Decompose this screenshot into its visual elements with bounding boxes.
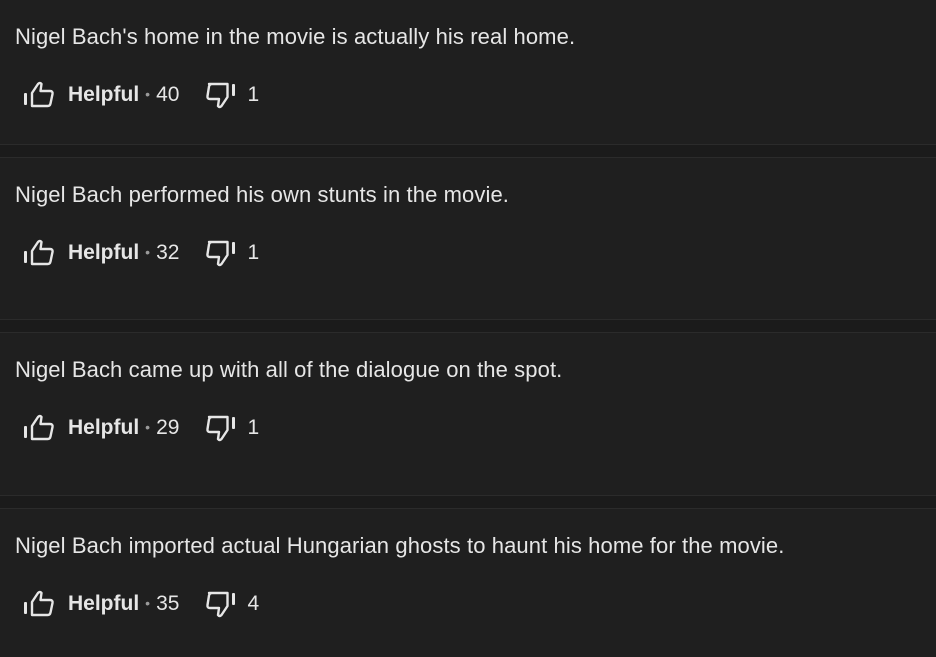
helpful-count: 32 <box>156 241 180 264</box>
not-helpful-count: 1 <box>247 241 260 264</box>
vote-row: Helpful • 29 1 <box>22 413 259 443</box>
trivia-text: Nigel Bach's home in the movie is actual… <box>15 24 576 49</box>
helpful-button[interactable]: Helpful • 35 <box>22 589 179 619</box>
not-helpful-button[interactable]: 1 <box>205 238 259 268</box>
helpful-count: 40 <box>156 83 180 106</box>
trivia-list: Nigel Bach's home in the movie is actual… <box>0 0 936 657</box>
helpful-count: 35 <box>156 592 180 615</box>
not-helpful-count: 4 <box>247 592 260 615</box>
thumbs-up-icon <box>22 238 58 268</box>
divider <box>0 144 936 158</box>
not-helpful-count: 1 <box>247 416 260 439</box>
trivia-text: Nigel Bach performed his own stunts in t… <box>15 182 510 207</box>
separator-dot: • <box>145 419 151 435</box>
vote-row: Helpful • 40 1 <box>22 80 259 110</box>
separator-dot: • <box>145 244 151 260</box>
separator-dot: • <box>145 86 151 102</box>
divider <box>0 319 936 333</box>
not-helpful-count: 1 <box>247 83 260 106</box>
thumbs-down-icon <box>205 80 241 110</box>
trivia-text: Nigel Bach imported actual Hungarian gho… <box>15 533 785 558</box>
vote-row: Helpful • 35 4 <box>22 589 259 619</box>
trivia-item: Nigel Bach's home in the movie is actual… <box>0 0 936 144</box>
helpful-label: Helpful <box>68 83 140 106</box>
helpful-button[interactable]: Helpful • 29 <box>22 413 179 443</box>
helpful-button[interactable]: Helpful • 40 <box>22 80 179 110</box>
trivia-item: Nigel Bach imported actual Hungarian gho… <box>0 509 936 653</box>
not-helpful-button[interactable]: 1 <box>205 80 259 110</box>
thumbs-down-icon <box>205 238 241 268</box>
helpful-button[interactable]: Helpful • 32 <box>22 238 179 268</box>
vote-row: Helpful • 32 1 <box>22 238 259 268</box>
thumbs-up-icon <box>22 589 58 619</box>
trivia-item: Nigel Bach came up with all of the dialo… <box>0 333 936 477</box>
divider <box>0 495 936 509</box>
thumbs-up-icon <box>22 80 58 110</box>
thumbs-down-icon <box>205 589 241 619</box>
helpful-label: Helpful <box>68 241 140 264</box>
helpful-label: Helpful <box>68 592 140 615</box>
thumbs-down-icon <box>205 413 241 443</box>
trivia-text: Nigel Bach came up with all of the dialo… <box>15 357 563 382</box>
not-helpful-button[interactable]: 1 <box>205 413 259 443</box>
trivia-item: Nigel Bach performed his own stunts in t… <box>0 158 936 302</box>
helpful-count: 29 <box>156 416 180 439</box>
thumbs-up-icon <box>22 413 58 443</box>
separator-dot: • <box>145 595 151 611</box>
helpful-label: Helpful <box>68 416 140 439</box>
not-helpful-button[interactable]: 4 <box>205 589 259 619</box>
